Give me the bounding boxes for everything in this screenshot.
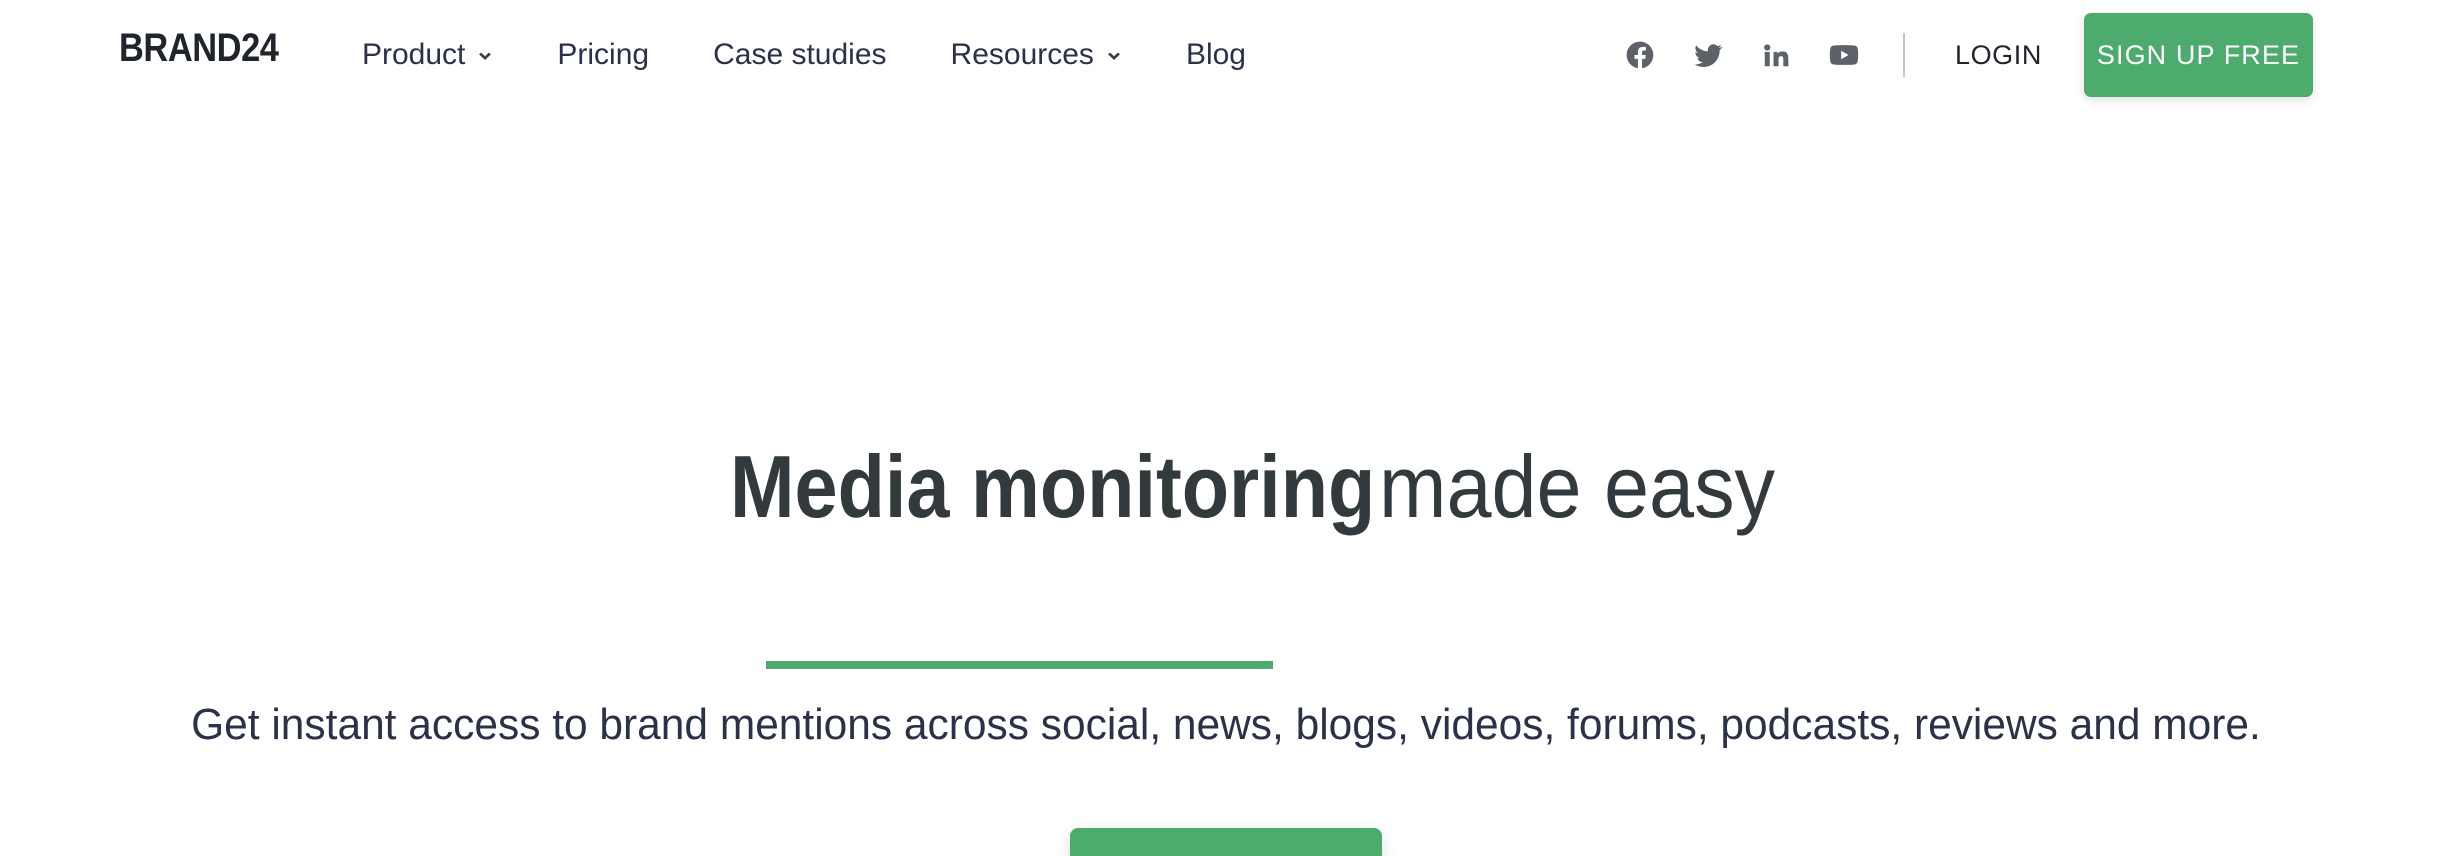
facebook-icon[interactable] bbox=[1623, 38, 1657, 72]
page-title: Media monitoringmade easy bbox=[0, 443, 2452, 531]
site-header: BRAND24 Product Pricing Case studies Res… bbox=[0, 0, 2452, 110]
brand-logo[interactable]: BRAND24 bbox=[119, 28, 279, 68]
hero-section: Media monitoringmade easy Get instant ac… bbox=[0, 110, 2452, 856]
header-divider bbox=[1902, 33, 1905, 77]
nav-item-label: Pricing bbox=[557, 38, 650, 71]
nav-item-pricing[interactable]: Pricing bbox=[525, 40, 681, 70]
header-right-cluster: LOGIN SIGN UP FREE bbox=[1623, 0, 2452, 110]
hero-subheadline: Get instant access to brand mentions acr… bbox=[191, 700, 2261, 749]
nav-item-label: Case studies bbox=[713, 38, 887, 71]
signup-free-button-header[interactable]: SIGN UP FREE bbox=[2084, 13, 2313, 97]
nav-item-resources[interactable]: Resources bbox=[919, 40, 1154, 70]
headline-remainder: made easy bbox=[1379, 437, 1776, 536]
headline-emphasis: Media monitoring bbox=[730, 437, 1376, 536]
twitter-icon[interactable] bbox=[1691, 38, 1725, 72]
login-link[interactable]: LOGIN bbox=[1955, 41, 2042, 69]
linkedin-icon[interactable] bbox=[1759, 38, 1793, 72]
nav-item-product[interactable]: Product bbox=[330, 40, 525, 70]
main-navigation: Product Pricing Case studies Resources B… bbox=[330, 0, 1278, 110]
nav-item-blog[interactable]: Blog bbox=[1154, 40, 1278, 70]
youtube-icon[interactable] bbox=[1827, 38, 1861, 72]
page-root: BRAND24 Product Pricing Case studies Res… bbox=[0, 0, 2452, 856]
hero-cta-container: SIGN UP FREE bbox=[0, 828, 2452, 856]
headline-underline-accent bbox=[766, 661, 1273, 669]
nav-item-case-studies[interactable]: Case studies bbox=[681, 40, 918, 70]
social-links bbox=[1623, 38, 1861, 72]
chevron-down-icon bbox=[477, 49, 493, 65]
nav-item-label: Product bbox=[362, 38, 466, 71]
signup-free-button-hero[interactable]: SIGN UP FREE bbox=[1070, 828, 1382, 856]
chevron-down-icon bbox=[1106, 49, 1122, 65]
nav-item-label: Blog bbox=[1185, 38, 1246, 71]
nav-item-label: Resources bbox=[950, 38, 1094, 71]
